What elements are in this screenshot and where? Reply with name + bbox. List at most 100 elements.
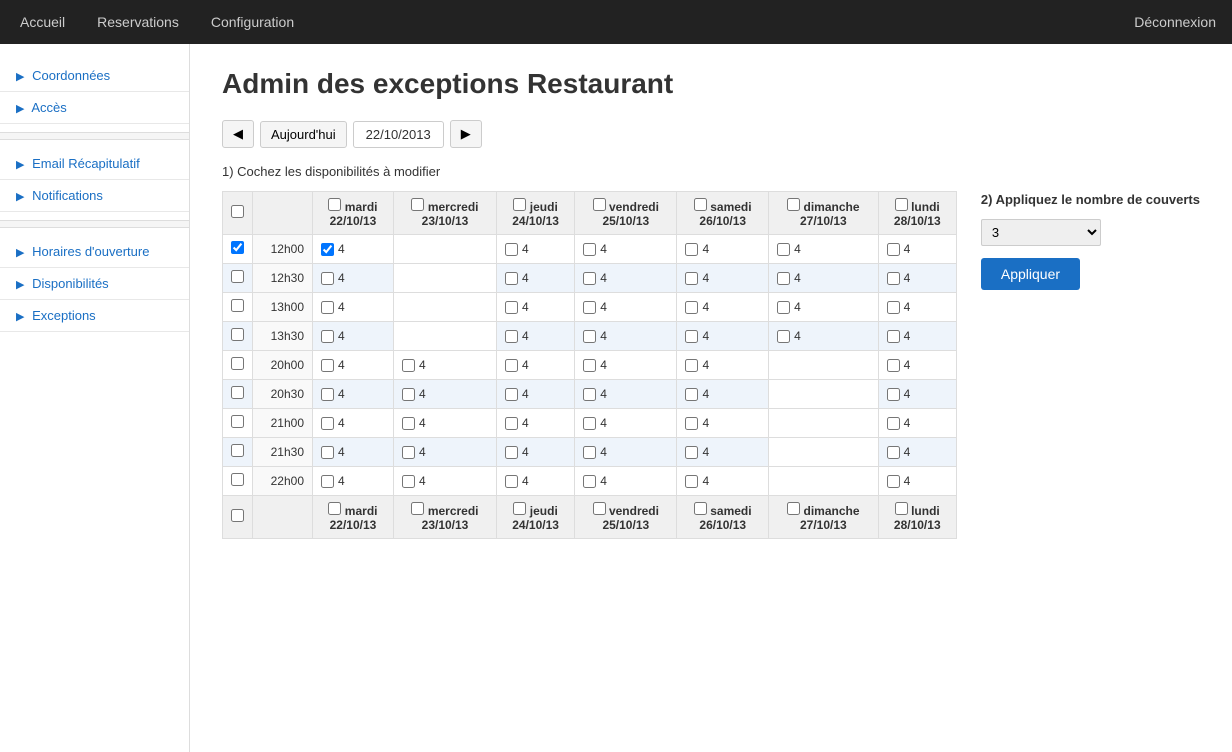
col-check-samedi[interactable] [694, 198, 707, 211]
cell-checkbox[interactable] [685, 330, 698, 343]
sidebar-item-coordonnees[interactable]: ▶ Coordonnées [0, 60, 189, 92]
cell-checkbox[interactable] [321, 272, 334, 285]
cell-checkbox[interactable] [321, 330, 334, 343]
cell-checkbox[interactable] [402, 359, 415, 372]
deconnexion-link[interactable]: Déconnexion [1134, 14, 1216, 30]
cell-checkbox[interactable] [505, 417, 518, 430]
prev-button[interactable]: ◀ [222, 120, 254, 148]
row-checkbox[interactable] [231, 328, 244, 341]
tf-jeudi: jeudi24/10/13 [497, 496, 575, 539]
col-check-mardi[interactable] [328, 198, 341, 211]
next-button[interactable]: ▶ [450, 120, 482, 148]
cell-checkbox[interactable] [887, 301, 900, 314]
row-checkbox[interactable] [231, 270, 244, 283]
cell-checkbox[interactable] [321, 388, 334, 401]
cell-checkbox[interactable] [583, 388, 596, 401]
cell-checkbox[interactable] [685, 388, 698, 401]
row-checkbox[interactable] [231, 415, 244, 428]
covers-select[interactable]: 12345678910 [981, 219, 1101, 246]
row-checkbox[interactable] [231, 386, 244, 399]
sidebar-item-email[interactable]: ▶ Email Récapitulatif [0, 148, 189, 180]
cell-checkbox[interactable] [887, 272, 900, 285]
cell-checkbox[interactable] [505, 301, 518, 314]
cell-checkbox[interactable] [685, 417, 698, 430]
cell-checkbox[interactable] [685, 446, 698, 459]
cell-checkbox[interactable] [887, 243, 900, 256]
col-check-jeudi-bottom[interactable] [513, 502, 526, 515]
cell-checkbox[interactable] [685, 475, 698, 488]
cell-checkbox[interactable] [887, 359, 900, 372]
cell-count: 4 [600, 329, 607, 343]
cell-checkbox[interactable] [402, 417, 415, 430]
cell-checkbox[interactable] [887, 388, 900, 401]
cell-checkbox[interactable] [583, 243, 596, 256]
nav-configuration[interactable]: Configuration [207, 2, 298, 42]
cell-checkbox[interactable] [583, 330, 596, 343]
row-checkbox[interactable] [231, 299, 244, 312]
sidebar-item-acces[interactable]: ▶ Accès [0, 92, 189, 124]
sidebar-item-disponibilites[interactable]: ▶ Disponibilités [0, 268, 189, 300]
cell-checkbox[interactable] [505, 272, 518, 285]
cell-checkbox[interactable] [685, 243, 698, 256]
col-check-mercredi[interactable] [411, 198, 424, 211]
cell-checkbox[interactable] [321, 446, 334, 459]
cell-checkbox[interactable] [583, 475, 596, 488]
col-check-mercredi-bottom[interactable] [411, 502, 424, 515]
nav-accueil[interactable]: Accueil [16, 2, 69, 42]
cell-checkbox[interactable] [887, 446, 900, 459]
row-checkbox[interactable] [231, 241, 244, 254]
sidebar-item-exceptions[interactable]: ▶ Exceptions [0, 300, 189, 332]
col-check-dimanche[interactable] [787, 198, 800, 211]
cell-count: 4 [600, 300, 607, 314]
cell-checkbox[interactable] [887, 417, 900, 430]
cell-checkbox[interactable] [887, 475, 900, 488]
row-checkbox[interactable] [231, 357, 244, 370]
col-check-lundi[interactable] [895, 198, 908, 211]
cell-checkbox[interactable] [583, 446, 596, 459]
cell-checkbox[interactable] [321, 243, 334, 256]
cell-checkbox[interactable] [505, 243, 518, 256]
cell-checkbox[interactable] [777, 243, 790, 256]
cell-checkbox[interactable] [685, 272, 698, 285]
col-check-lundi-bottom[interactable] [895, 502, 908, 515]
cell-checkbox[interactable] [505, 359, 518, 372]
cell-checkbox[interactable] [777, 272, 790, 285]
row-checkbox[interactable] [231, 444, 244, 457]
cell-checkbox[interactable] [777, 330, 790, 343]
col-check-dimanche-bottom[interactable] [787, 502, 800, 515]
cell-checkbox[interactable] [685, 301, 698, 314]
select-all-checkbox-top[interactable] [231, 205, 244, 218]
cell-checkbox[interactable] [321, 475, 334, 488]
cell-checkbox[interactable] [887, 330, 900, 343]
col-check-jeudi[interactable] [513, 198, 526, 211]
cell-checkbox[interactable] [583, 359, 596, 372]
cell-checkbox[interactable] [583, 301, 596, 314]
sidebar-item-horaires[interactable]: ▶ Horaires d'ouverture [0, 236, 189, 268]
row-checkbox[interactable] [231, 473, 244, 486]
col-check-samedi-bottom[interactable] [694, 502, 707, 515]
cell-checkbox[interactable] [583, 272, 596, 285]
col-check-vendredi-bottom[interactable] [593, 502, 606, 515]
cell-checkbox[interactable] [321, 301, 334, 314]
cell-checkbox[interactable] [505, 475, 518, 488]
cell-checkbox[interactable] [505, 388, 518, 401]
availability-cell: 4 [393, 409, 496, 438]
cell-checkbox[interactable] [505, 446, 518, 459]
cell-checkbox[interactable] [402, 388, 415, 401]
col-check-vendredi[interactable] [593, 198, 606, 211]
cell-checkbox[interactable] [583, 417, 596, 430]
apply-button[interactable]: Appliquer [981, 258, 1080, 290]
cell-checkbox[interactable] [321, 359, 334, 372]
cell-checkbox[interactable] [505, 330, 518, 343]
nav-reservations[interactable]: Reservations [93, 2, 183, 42]
select-all-checkbox-bottom[interactable] [231, 509, 244, 522]
col-check-mardi-bottom[interactable] [328, 502, 341, 515]
cell-checkbox[interactable] [402, 475, 415, 488]
today-button[interactable]: Aujourd'hui [260, 121, 347, 148]
cell-checkbox[interactable] [402, 446, 415, 459]
cell-checkbox[interactable] [777, 301, 790, 314]
availability-cell: 4 [313, 322, 394, 351]
sidebar-item-notifications[interactable]: ▶ Notifications [0, 180, 189, 212]
cell-checkbox[interactable] [321, 417, 334, 430]
cell-checkbox[interactable] [685, 359, 698, 372]
